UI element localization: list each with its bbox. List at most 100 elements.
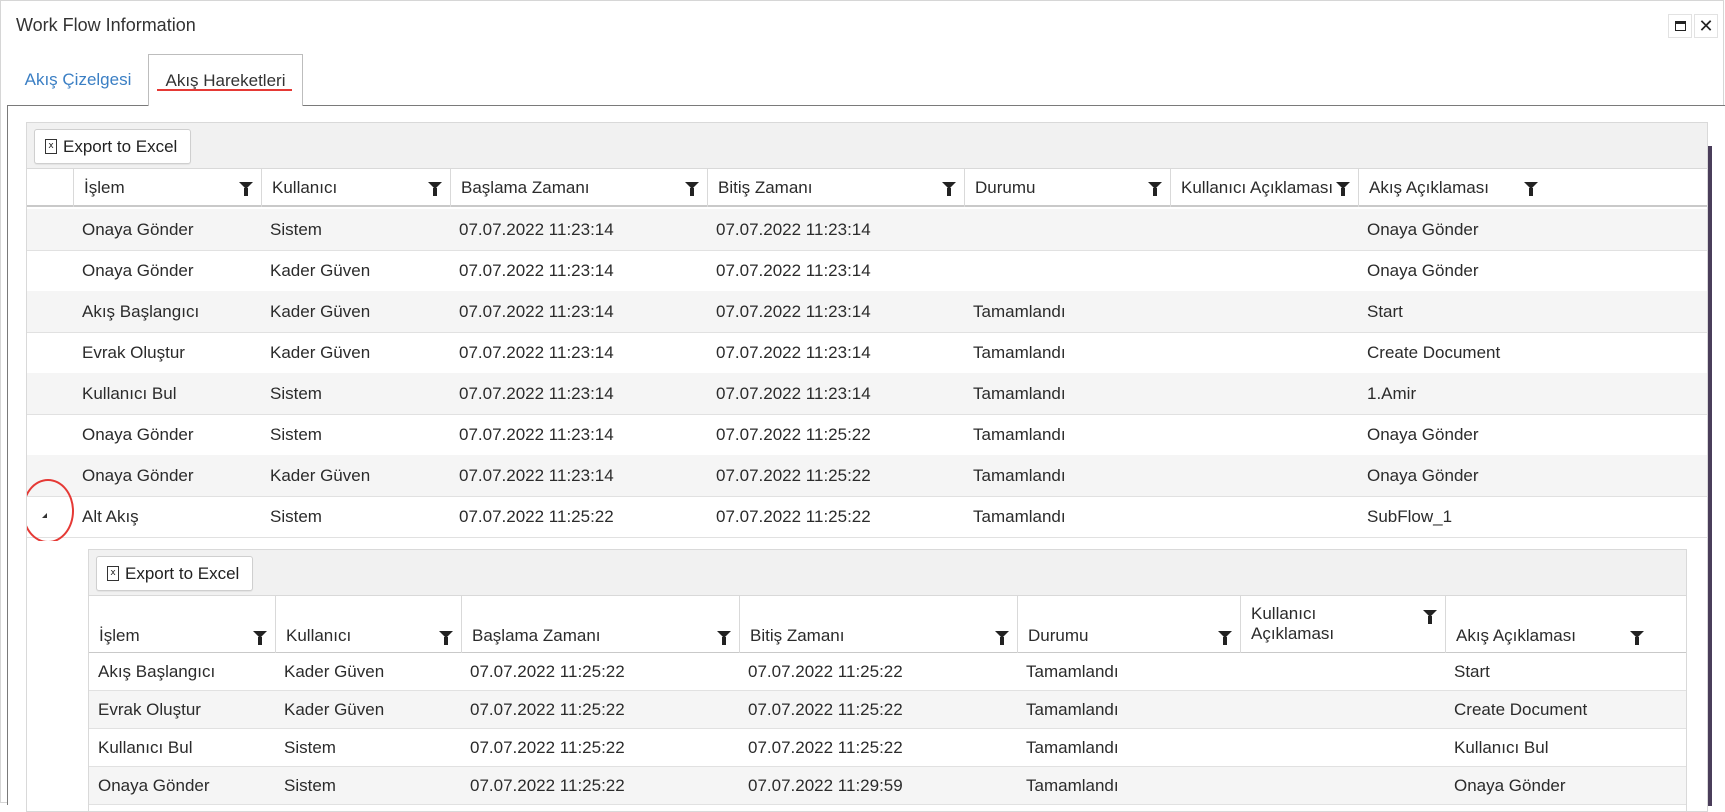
cell-akis-aciklamasi: Onaya Gönder: [1454, 776, 1566, 795]
table-row[interactable]: Kullanıcı Bul Sistem 07.07.2022 11:25:22 07…: [89, 729, 1686, 767]
cell-durumu: Tamamlandı: [973, 343, 1066, 362]
filter-icon[interactable]: [942, 182, 956, 196]
table-row[interactable]: Onaya Gönder Sistem 07.07.2022 11:23:14 07.…: [27, 414, 1707, 456]
cell-kullanici: Sistem: [270, 507, 322, 526]
header-label: Kullanıcı: [286, 626, 352, 645]
header-label: Akış Açıklaması: [1369, 178, 1489, 197]
filter-icon[interactable]: [1148, 182, 1162, 196]
maximize-icon: [1674, 21, 1686, 31]
table-row[interactable]: Evrak Oluştur Kader Güven 07.07.2022 11:25…: [89, 691, 1686, 729]
table-row[interactable]: Alt Akış Sistem 07.07.2022 11:25:22 07.07.2…: [27, 479, 1707, 543]
tab-akis-hareketleri[interactable]: Akış Hareketleri: [148, 54, 303, 106]
cell-islem: Onaya Gönder: [82, 220, 194, 239]
cell-bitis-zamani: 07.07.2022 11:25:22: [716, 466, 871, 485]
cell-akis-aciklamasi: SubFlow_1: [1367, 507, 1453, 526]
table-row[interactable]: Onaya Gönder Sistem 07.07.2022 11:23:14 07.…: [27, 209, 1707, 251]
filter-icon[interactable]: [995, 631, 1009, 645]
nested-export-excel-button[interactable]: x Export to Excel: [96, 556, 254, 591]
export-excel-button[interactable]: x Export to Excel: [34, 129, 192, 164]
header-akis-aciklamasi[interactable]: Akış Açıklaması: [1358, 169, 1546, 207]
main-grid: x Export to Excel İşlem Kullanıcı Başlam…: [26, 122, 1708, 812]
filter-icon[interactable]: [1336, 182, 1350, 196]
header-kullanici-aciklamasi[interactable]: Kullanıcı Açıklaması: [1170, 169, 1358, 207]
maximize-button[interactable]: [1668, 14, 1692, 38]
cell-islem: Onaya Gönder: [98, 776, 210, 795]
row-expander: [27, 332, 77, 374]
cell-islem: Evrak Oluştur: [98, 700, 201, 719]
vertical-scrollbar[interactable]: [1708, 146, 1712, 806]
table-row[interactable]: Akış Başlangıcı Kader Güven 07.07.2022 11:…: [27, 291, 1707, 333]
table-row[interactable]: Onaya Gönder Kader Güven 07.07.2022 11:23:…: [27, 250, 1707, 292]
cell-kullanici-aciklamasi: [1170, 373, 1358, 415]
cell-islem: Onaya Gönder: [82, 466, 194, 485]
export-label: Export to Excel: [63, 136, 178, 156]
nested-header-bitis-zamani[interactable]: Bitiş Zamanı: [739, 596, 1017, 653]
cell-akis-aciklamasi: Onaya Gönder: [1367, 425, 1479, 444]
tab-strip: Akış Çizelgesi Akış Hareketleri: [1, 54, 1723, 106]
filter-icon[interactable]: [439, 631, 453, 645]
cell-baslama-zamani: 07.07.2022 11:23:14: [459, 261, 614, 280]
header-label-line: Açıklaması: [1251, 624, 1335, 643]
cell-islem: Alt Akış: [82, 507, 139, 526]
cell-islem: Kullanıcı Bul: [82, 384, 177, 403]
nested-grid-toolbar: x Export to Excel: [89, 550, 1686, 596]
cell-islem: Onaya Gönder: [82, 261, 194, 280]
filter-icon[interactable]: [717, 631, 731, 645]
header-label: Bitiş Zamanı: [718, 178, 813, 197]
export-label: Export to Excel: [125, 563, 240, 583]
cell-islem: Akış Başlangıcı: [98, 662, 216, 681]
header-label: Durumu: [1028, 626, 1089, 645]
filter-icon[interactable]: [239, 182, 253, 196]
header-label: İşlem: [84, 178, 125, 197]
cell-baslama-zamani: 07.07.2022 11:25:22: [470, 738, 625, 757]
cell-kullanici-aciklamasi: [1240, 691, 1445, 729]
header-durumu[interactable]: Durumu: [964, 169, 1170, 207]
cell-kullanici-aciklamasi: [1170, 209, 1358, 251]
header-label: Kullanıcı Açıklaması: [1181, 178, 1334, 197]
header-baslama-zamani[interactable]: Başlama Zamanı: [450, 169, 707, 207]
table-row[interactable]: Evrak Oluştur Kader Güven 07.07.2022 11:23…: [27, 332, 1707, 374]
filter-icon[interactable]: [428, 182, 442, 196]
cell-bitis-zamani: 07.07.2022 11:23:14: [716, 220, 871, 239]
nested-header-islem[interactable]: İşlem: [89, 596, 275, 653]
filter-icon[interactable]: [1218, 631, 1232, 645]
grid-header: İşlem Kullanıcı Başlama Zamanı Bitiş Zam…: [27, 169, 1707, 207]
cell-kullanici: Kader Güven: [270, 302, 371, 321]
cell-kullanici: Sistem: [270, 220, 322, 239]
nested-header-kullanici[interactable]: Kullanıcı: [275, 596, 461, 653]
cell-baslama-zamani: 07.07.2022 11:25:22: [459, 507, 614, 526]
table-row[interactable]: Onaya Gönder Kader Güven 07.07.2022 11:23:…: [27, 455, 1707, 497]
cell-islem: Evrak Oluştur: [82, 343, 185, 362]
cell-bitis-zamani: 07.07.2022 11:29:59: [748, 776, 903, 795]
nested-header-durumu[interactable]: Durumu: [1017, 596, 1240, 653]
annotation-underline: [157, 89, 292, 91]
header-label: Bitiş Zamanı: [750, 626, 845, 645]
cell-durumu: Tamamlandı: [1026, 738, 1119, 757]
cell-kullanici: Sistem: [270, 384, 322, 403]
cell-islem: Onaya Gönder: [82, 425, 194, 444]
nested-header-akis-aciklamasi[interactable]: Akış Açıklaması: [1445, 596, 1652, 653]
filter-icon[interactable]: [1524, 182, 1538, 196]
cell-bitis-zamani: 07.07.2022 11:25:22: [748, 738, 903, 757]
header-islem[interactable]: İşlem: [73, 169, 261, 207]
row-expander[interactable]: [27, 479, 77, 543]
header-bitis-zamani[interactable]: Bitiş Zamanı: [707, 169, 964, 207]
nested-header-kullanici-aciklamasi[interactable]: Kullanıcı Açıklaması: [1240, 596, 1445, 653]
table-row[interactable]: Kullanıcı Bul Sistem 07.07.2022 11:23:14 07…: [27, 373, 1707, 415]
nested-header-baslama-zamani[interactable]: Başlama Zamanı: [461, 596, 739, 653]
row-expander: [27, 291, 77, 333]
filter-icon[interactable]: [1423, 610, 1437, 624]
tab-akis-cizelgesi[interactable]: Akış Çizelgesi: [13, 54, 143, 106]
cell-bitis-zamani: 07.07.2022 11:25:22: [716, 425, 871, 444]
cell-akis-aciklamasi: 1.Amir: [1367, 384, 1417, 403]
cell-kullanici: Kader Güven: [284, 662, 385, 681]
filter-icon[interactable]: [1630, 631, 1644, 645]
cell-kullanici-aciklamasi: [1170, 414, 1358, 456]
table-row[interactable]: Akış Başlangıcı Kader Güven 07.07.2022 11:…: [89, 653, 1686, 691]
filter-icon[interactable]: [253, 631, 267, 645]
table-row[interactable]: Onaya Gönder Sistem 07.07.2022 11:25:22 07.…: [89, 767, 1686, 805]
cell-akis-aciklamasi: Create Document: [1454, 700, 1588, 719]
close-button[interactable]: ✕: [1694, 14, 1718, 38]
filter-icon[interactable]: [685, 182, 699, 196]
header-kullanici[interactable]: Kullanıcı: [261, 169, 450, 207]
